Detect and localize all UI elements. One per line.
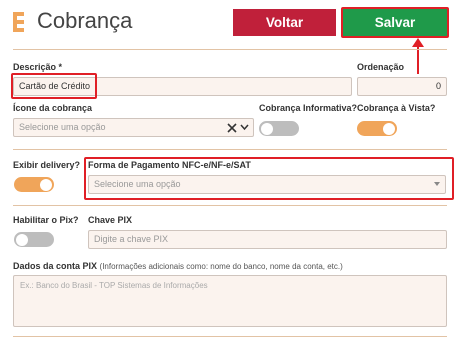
cobranca-informativa-toggle[interactable] [259,121,299,136]
divider [13,205,447,206]
exibir-delivery-label: Exibir delivery? [13,160,81,170]
ordenacao-label: Ordenação [357,62,405,72]
icone-select[interactable]: Selecione uma opção [13,118,254,137]
divider [13,336,447,337]
back-button[interactable]: Voltar [233,9,336,36]
save-button[interactable]: Salvar [343,9,447,36]
descricao-label: Descrição * [13,62,63,72]
icone-label: Ícone da cobrança [13,103,93,113]
forma-pagamento-label: Forma de Pagamento NFC-e/NF-e/SAT [88,160,251,170]
chevron-down-icon[interactable] [240,124,249,131]
exibir-delivery-toggle[interactable] [14,177,54,192]
habilitar-pix-toggle[interactable] [14,232,54,247]
card-icon [13,12,29,32]
dados-conta-pix-label: Dados da conta PIX (Informações adiciona… [13,261,343,271]
dados-conta-pix-note: (Informações adicionais como: nome do ba… [99,262,343,271]
descricao-input[interactable]: Cartão de Crédito [13,77,352,96]
divider [13,149,447,150]
dados-conta-pix-label-text: Dados da conta PIX [13,261,98,271]
chave-pix-label: Chave PIX [88,215,133,225]
page-title: Cobrança [37,8,133,33]
cobranca-a-vista-label: Cobrança à Vista? [357,103,436,113]
dados-conta-pix-textarea[interactable]: Ex.: Banco do Brasil - TOP Sistemas de I… [13,275,447,327]
forma-pagamento-select[interactable]: Selecione uma opção [88,175,446,194]
chave-pix-input[interactable]: Digite a chave PIX [88,230,447,249]
cobranca-informativa-label: Cobrança Informativa? [259,103,358,113]
ordenacao-input[interactable]: 0 [357,77,447,96]
cobranca-a-vista-toggle[interactable] [357,121,397,136]
divider [13,49,447,50]
habilitar-pix-label: Habilitar o Pix? [13,215,79,225]
close-icon[interactable] [226,122,238,134]
chevron-down-icon [434,182,440,186]
